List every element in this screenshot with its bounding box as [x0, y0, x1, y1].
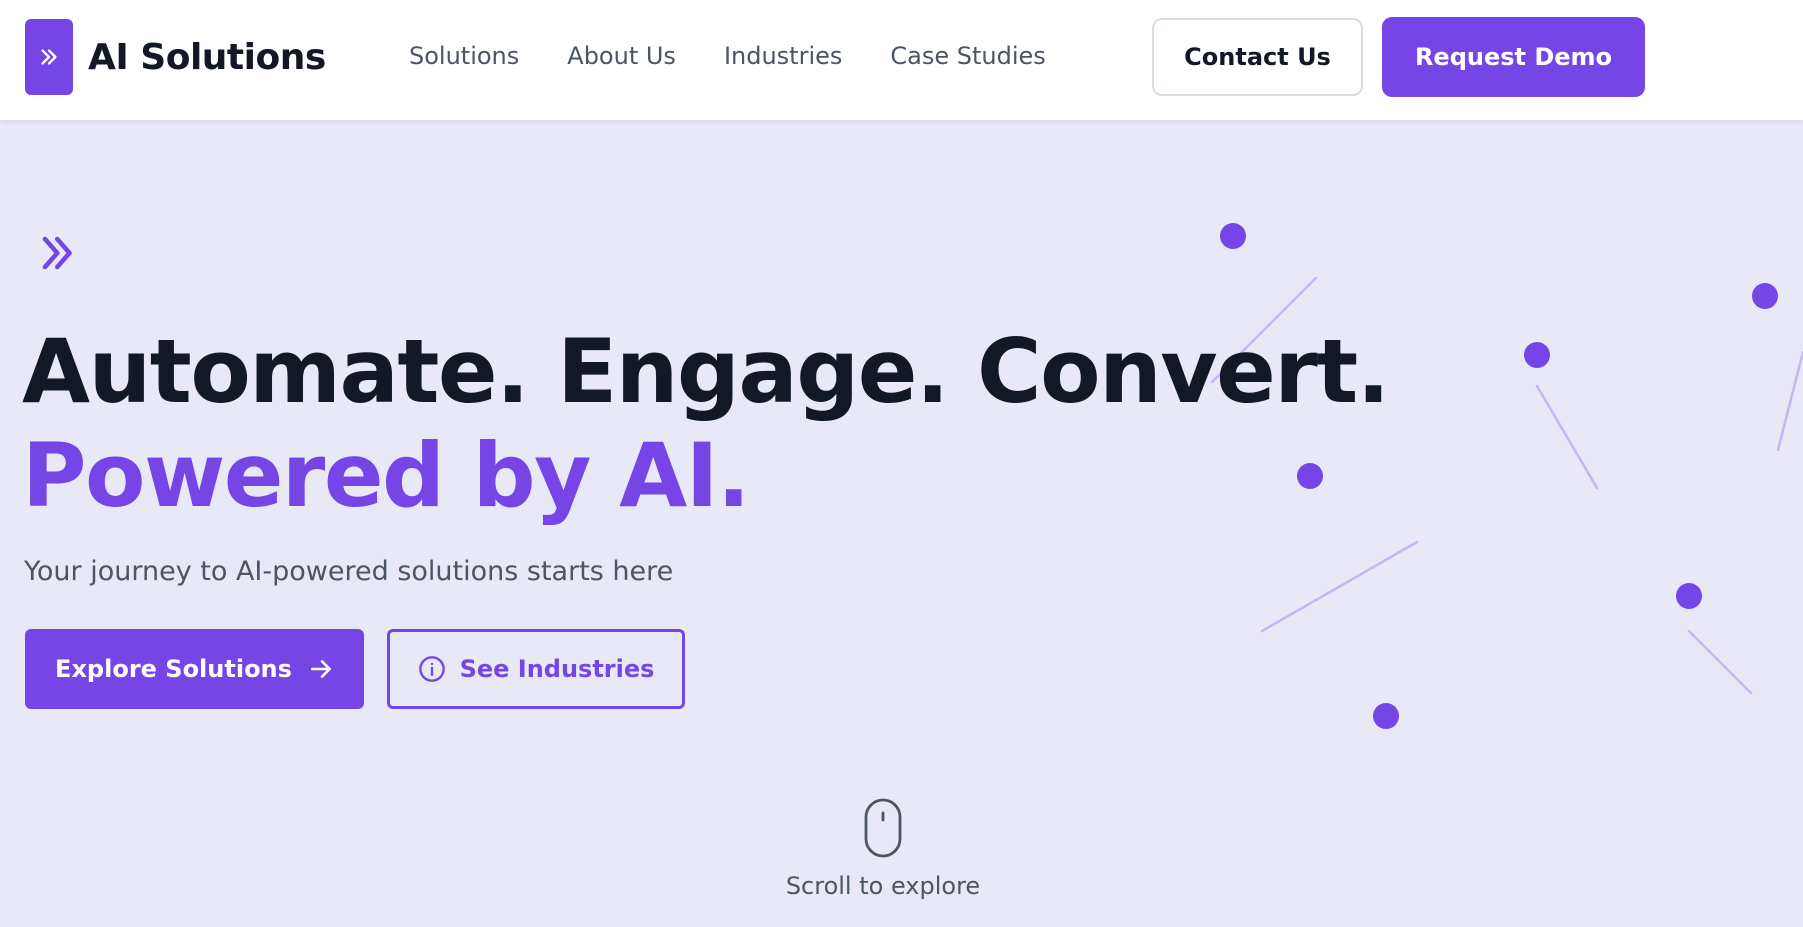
- double-chevron-right-icon: [41, 49, 57, 65]
- mouse-icon: [864, 798, 902, 858]
- nav-link-case-studies[interactable]: Case Studies: [890, 42, 1045, 70]
- main-nav: Solutions About Us Industries Case Studi…: [409, 36, 1046, 76]
- top-navigation-bar: AI Solutions Solutions About Us Industri…: [0, 0, 1803, 120]
- brand-badge: [25, 19, 73, 95]
- nav-link-about-us[interactable]: About Us: [567, 42, 676, 70]
- nav-link-solutions[interactable]: Solutions: [409, 42, 519, 70]
- explore-solutions-label: Explore Solutions: [55, 655, 292, 683]
- network-node: [1524, 342, 1550, 368]
- arrow-right-icon: [310, 660, 331, 678]
- hero-subtitle: Your journey to AI-powered solutions sta…: [24, 556, 674, 587]
- double-chevron-right-icon: [42, 236, 72, 270]
- nav-link-industries[interactable]: Industries: [724, 42, 842, 70]
- brand-title: AI Solutions: [88, 36, 326, 78]
- see-industries-label: See Industries: [459, 655, 655, 683]
- network-node: [1752, 283, 1778, 309]
- scroll-to-explore-text: Scroll to explore: [785, 872, 981, 900]
- network-line: [1535, 384, 1599, 490]
- info-icon: [418, 656, 445, 682]
- hero-section: Automate. Engage. Convert. Powered by AI…: [0, 120, 1803, 927]
- hero-headline: Automate. Engage. Convert. Powered by AI…: [22, 320, 1522, 528]
- network-node: [1676, 583, 1702, 609]
- brand-logo[interactable]: AI Solutions: [25, 19, 326, 95]
- network-node: [1373, 703, 1399, 729]
- network-node: [1220, 223, 1246, 249]
- headline-line-1: Automate. Engage. Convert.: [22, 320, 1390, 423]
- headline-line-2: Powered by AI.: [22, 424, 750, 527]
- see-industries-button[interactable]: See Industries: [387, 629, 685, 709]
- explore-solutions-button[interactable]: Explore Solutions: [25, 629, 364, 709]
- network-line: [1260, 540, 1419, 633]
- contact-us-button[interactable]: Contact Us: [1152, 18, 1363, 96]
- network-line: [1776, 350, 1803, 452]
- scroll-indicator[interactable]: Scroll to explore: [785, 798, 981, 900]
- network-line: [1687, 629, 1753, 695]
- request-demo-button[interactable]: Request Demo: [1382, 17, 1645, 97]
